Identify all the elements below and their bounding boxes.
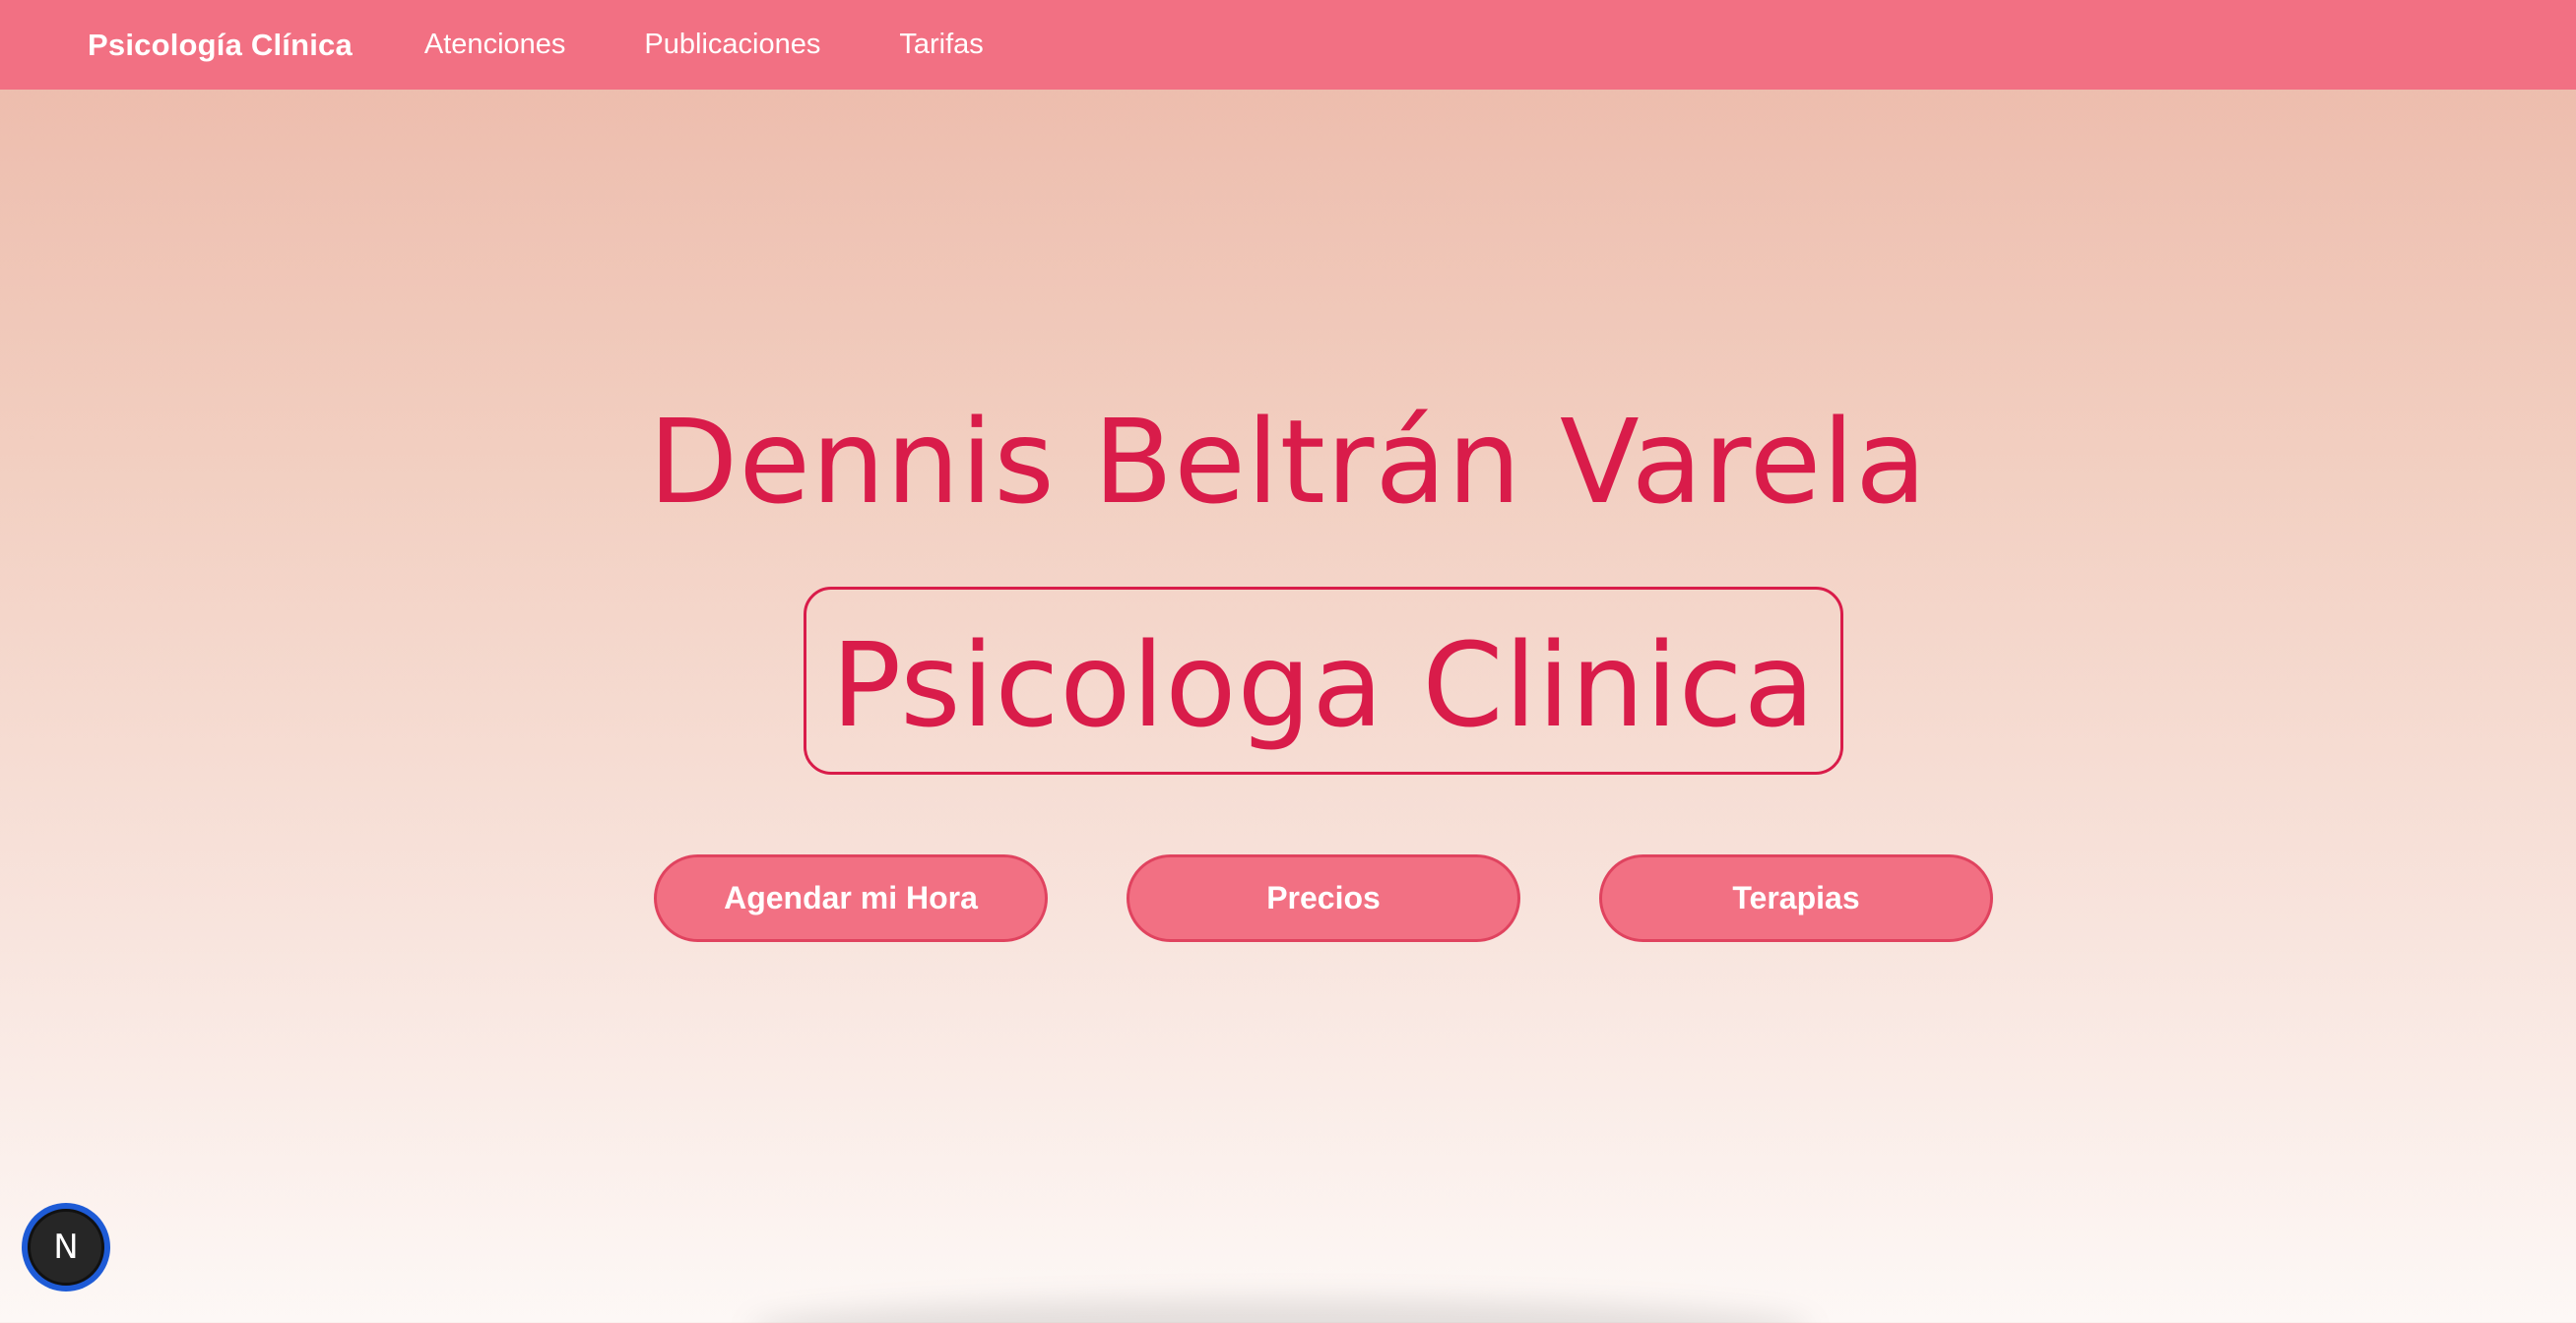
prices-button[interactable]: Precios: [1127, 854, 1520, 942]
nav-link-publicaciones[interactable]: Publicaciones: [644, 29, 820, 61]
section-card-shadow: [748, 1299, 1812, 1323]
nav-link-atenciones[interactable]: Atenciones: [424, 29, 566, 61]
nav-link-tarifas[interactable]: Tarifas: [899, 29, 983, 61]
nextjs-dev-badge[interactable]: N: [22, 1203, 110, 1292]
hero-title-box: Psicologa Clinica: [804, 587, 1843, 775]
hero-name: Dennis Beltrán Varela: [648, 394, 1928, 530]
nav-links: Atenciones Publicaciones Tarifas: [424, 29, 1063, 61]
brand-link[interactable]: Psicología Clínica: [88, 28, 353, 63]
nextjs-logo-icon: N: [28, 1209, 104, 1286]
therapies-button[interactable]: Terapias: [1599, 854, 1993, 942]
hero-title: Psicologa Clinica: [831, 616, 1816, 753]
schedule-appointment-button[interactable]: Agendar mi Hora: [654, 854, 1048, 942]
top-navbar: Psicología Clínica Atenciones Publicacio…: [0, 0, 2576, 90]
